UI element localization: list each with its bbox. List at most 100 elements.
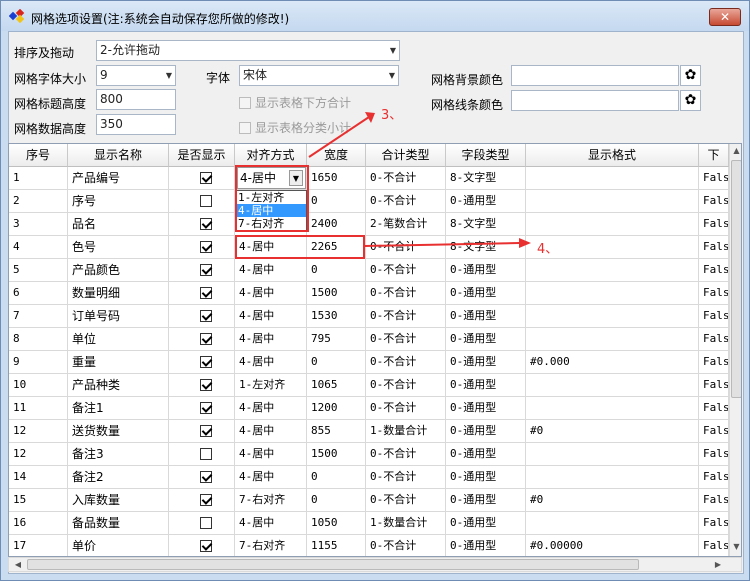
- col-width-cell[interactable]: 1500: [307, 443, 366, 466]
- column-header-align[interactable]: 对齐方式: [235, 144, 307, 167]
- col-format-cell[interactable]: #0.00000: [526, 535, 699, 556]
- col-sum-cell[interactable]: 0-不合计: [366, 236, 446, 259]
- col-format-cell[interactable]: [526, 190, 699, 213]
- close-button[interactable]: ✕: [709, 8, 741, 26]
- col-show-cell[interactable]: [169, 535, 235, 556]
- col-type-cell[interactable]: 8-文字型: [446, 213, 526, 236]
- col-more-cell[interactable]: Fals: [699, 512, 729, 535]
- scroll-right-icon[interactable]: ▶: [713, 560, 723, 569]
- col-sum-cell[interactable]: 0-不合计: [366, 305, 446, 328]
- show-checkbox[interactable]: [200, 425, 212, 437]
- col-align-cell[interactable]: 4-居中: [235, 466, 307, 489]
- col-show-cell[interactable]: [169, 466, 235, 489]
- col-type-cell[interactable]: 0-通用型: [446, 420, 526, 443]
- scroll-down-icon[interactable]: ▼: [731, 542, 741, 551]
- show-checkbox[interactable]: [200, 379, 212, 391]
- col-width-cell[interactable]: 1500: [307, 282, 366, 305]
- table-row[interactable]: 11 备注1 4-居中 1200 0-不合计 0-通用型 Fals: [9, 397, 729, 420]
- show-checkbox[interactable]: [200, 195, 212, 207]
- col-width-cell[interactable]: 1650: [307, 167, 366, 190]
- table-row[interactable]: 9 重量 4-居中 0 0-不合计 0-通用型 #0.000 Fals: [9, 351, 729, 374]
- col-show-cell[interactable]: [169, 167, 235, 190]
- col-name-cell[interactable]: 色号: [68, 236, 169, 259]
- column-header-sum[interactable]: 合计类型: [366, 144, 446, 167]
- col-format-cell[interactable]: [526, 466, 699, 489]
- table-row[interactable]: 12 送货数量 4-居中 855 1-数量合计 0-通用型 #0 Fals: [9, 420, 729, 443]
- scroll-thumb[interactable]: [731, 160, 741, 398]
- col-name-cell[interactable]: 数量明细: [68, 282, 169, 305]
- col-name-cell[interactable]: 备品数量: [68, 512, 169, 535]
- col-name-cell[interactable]: 重量: [68, 351, 169, 374]
- col-format-cell[interactable]: [526, 259, 699, 282]
- table-row[interactable]: 6 数量明细 4-居中 1500 0-不合计 0-通用型 Fals: [9, 282, 729, 305]
- col-format-cell[interactable]: #0.000: [526, 351, 699, 374]
- col-type-cell[interactable]: 0-通用型: [446, 397, 526, 420]
- show-checkbox[interactable]: [200, 448, 212, 460]
- column-header-more[interactable]: 下: [699, 144, 729, 167]
- col-more-cell[interactable]: Fals: [699, 443, 729, 466]
- col-name-cell[interactable]: 备注2: [68, 466, 169, 489]
- col-more-cell[interactable]: Fals: [699, 466, 729, 489]
- col-type-cell[interactable]: 0-通用型: [446, 282, 526, 305]
- col-more-cell[interactable]: Fals: [699, 259, 729, 282]
- col-align-cell[interactable]: 4-居中: [235, 351, 307, 374]
- col-type-cell[interactable]: 0-通用型: [446, 374, 526, 397]
- col-name-cell[interactable]: 单位: [68, 328, 169, 351]
- col-width-cell[interactable]: 795: [307, 328, 366, 351]
- show-checkbox[interactable]: [200, 402, 212, 414]
- col-name-cell[interactable]: 产品种类: [68, 374, 169, 397]
- col-sum-cell[interactable]: 0-不合计: [366, 259, 446, 282]
- col-type-cell[interactable]: 0-通用型: [446, 259, 526, 282]
- col-show-cell[interactable]: [169, 305, 235, 328]
- column-header-show[interactable]: 是否显示: [169, 144, 235, 167]
- bg-color-field[interactable]: [511, 65, 679, 86]
- show-checkbox[interactable]: [200, 333, 212, 345]
- col-format-cell[interactable]: [526, 167, 699, 190]
- table-row[interactable]: 1产品编号4-居中16500-不合计8-文字型Fals: [9, 167, 729, 190]
- col-width-cell[interactable]: 0: [307, 259, 366, 282]
- data-height-input[interactable]: 350: [96, 114, 176, 135]
- col-width-cell[interactable]: 1200: [307, 397, 366, 420]
- show-checkbox[interactable]: [200, 494, 212, 506]
- col-show-cell[interactable]: [169, 397, 235, 420]
- table-row[interactable]: 8 单位 4-居中 795 0-不合计 0-通用型 Fals: [9, 328, 729, 351]
- col-sum-cell[interactable]: 0-不合计: [366, 351, 446, 374]
- col-more-cell[interactable]: Fals: [699, 351, 729, 374]
- show-checkbox[interactable]: [200, 264, 212, 276]
- col-show-cell[interactable]: [169, 282, 235, 305]
- show-checkbox[interactable]: [200, 471, 212, 483]
- column-header-seq[interactable]: 序号: [9, 144, 68, 167]
- col-sum-cell[interactable]: 0-不合计: [366, 190, 446, 213]
- col-format-cell[interactable]: #0: [526, 420, 699, 443]
- show-group-checkbox[interactable]: 显示表格分类小计: [239, 119, 351, 136]
- col-more-cell[interactable]: Fals: [699, 213, 729, 236]
- col-align-cell[interactable]: 4-居中: [235, 397, 307, 420]
- col-sum-cell[interactable]: 0-不合计: [366, 489, 446, 512]
- col-align-cell[interactable]: 1-左对齐: [235, 374, 307, 397]
- col-format-cell[interactable]: #0: [526, 489, 699, 512]
- col-format-cell[interactable]: [526, 443, 699, 466]
- col-name-cell[interactable]: 序号: [68, 190, 169, 213]
- col-name-cell[interactable]: 单价: [68, 535, 169, 556]
- show-checkbox[interactable]: [200, 218, 212, 230]
- col-show-cell[interactable]: [169, 213, 235, 236]
- table-row[interactable]: 14 备注2 4-居中 0 0-不合计 0-通用型 Fals: [9, 466, 729, 489]
- col-sum-cell[interactable]: 0-不合计: [366, 535, 446, 556]
- col-name-cell[interactable]: 品名: [68, 213, 169, 236]
- col-align-cell[interactable]: 7-右对齐: [235, 535, 307, 556]
- col-sum-cell[interactable]: 0-不合计: [366, 328, 446, 351]
- col-width-cell[interactable]: 1155: [307, 535, 366, 556]
- show-checkbox[interactable]: [200, 540, 212, 552]
- col-type-cell[interactable]: 0-通用型: [446, 443, 526, 466]
- col-name-cell[interactable]: 订单号码: [68, 305, 169, 328]
- col-sum-cell[interactable]: 1-数量合计: [366, 512, 446, 535]
- table-row[interactable]: 15 入库数量 7-右对齐 0 0-不合计 0-通用型 #0 Fals: [9, 489, 729, 512]
- col-type-cell[interactable]: 0-通用型: [446, 512, 526, 535]
- col-name-cell[interactable]: 产品颜色: [68, 259, 169, 282]
- col-more-cell[interactable]: Fals: [699, 236, 729, 259]
- col-name-cell[interactable]: 备注3: [68, 443, 169, 466]
- color-palette-icon[interactable]: ✿: [680, 90, 701, 111]
- table-row[interactable]: 12 备注3 4-居中 1500 0-不合计 0-通用型 Fals: [9, 443, 729, 466]
- col-name-cell[interactable]: 送货数量: [68, 420, 169, 443]
- col-sum-cell[interactable]: 2-笔数合计: [366, 213, 446, 236]
